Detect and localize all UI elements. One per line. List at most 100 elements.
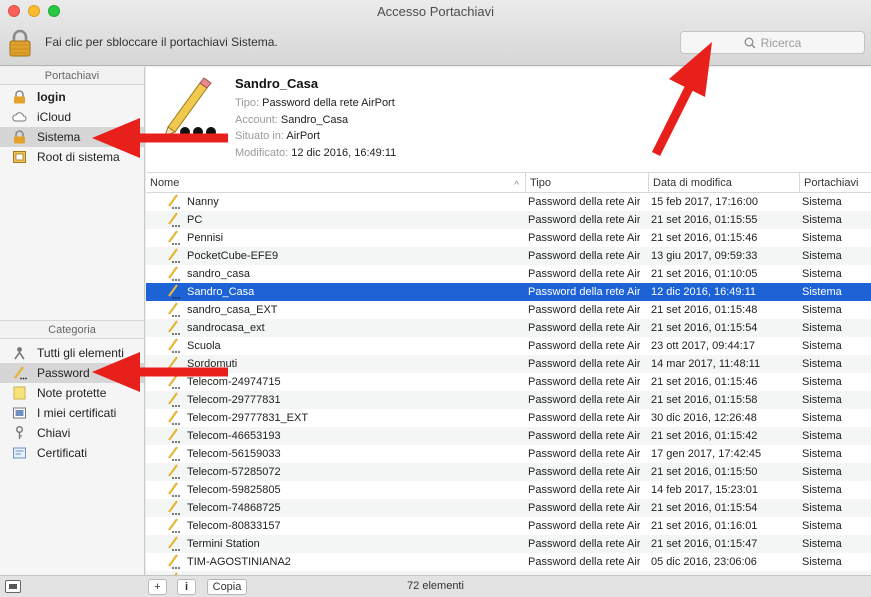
- column-header-label: Tipo: [530, 177, 551, 189]
- table-row[interactable]: PocketCube-EFE9 Password della rete AirPo…: [146, 247, 871, 265]
- password-pencil-icon: [168, 284, 180, 299]
- table-row[interactable]: Telecom-56159033 Password della rete AirP…: [146, 445, 871, 463]
- sidebar-item-keys[interactable]: Chiavi: [0, 423, 144, 443]
- cell-name: Telecom-59825805: [187, 484, 281, 496]
- column-header-label: Data di modifica: [653, 177, 732, 189]
- cell-type: Password della rete AirPort: [528, 214, 640, 226]
- cell-name: sandro_casa: [187, 268, 250, 280]
- cell-date: 17 gen 2017, 17:42:45: [651, 448, 762, 460]
- cell-type: Password della rete AirPort: [528, 538, 640, 550]
- cell-keychain: Sistema: [802, 286, 842, 298]
- cell-keychain: Sistema: [802, 214, 842, 226]
- sidebar: Portachiavi login iCloud Sistema Root di…: [0, 67, 145, 575]
- sidebar-item-icloud[interactable]: iCloud: [0, 107, 144, 127]
- table-row[interactable]: Scuola Password della rete AirPort 23 ott …: [146, 337, 871, 355]
- sidebar-item-certificates[interactable]: Certificati: [0, 443, 144, 463]
- table-row[interactable]: Telecom-80833157 Password della rete AirP…: [146, 517, 871, 535]
- cell-date: 21 set 2016, 01:15:47: [651, 538, 758, 550]
- item-modified-label: Modificato:: [235, 146, 289, 159]
- table-row[interactable]: TIM-AGOSTINIANA2 Password della rete AirP…: [146, 553, 871, 571]
- cell-name: Pennisi: [187, 232, 224, 244]
- sidebar-item-label: Password: [37, 366, 90, 380]
- sidebar-item-login[interactable]: login: [0, 87, 144, 107]
- password-pencil-icon: [168, 212, 180, 227]
- cell-date: 21 set 2016, 01:15:58: [651, 394, 758, 406]
- password-pencil-icon: [168, 302, 180, 317]
- cell-name: Telecom-56159033: [187, 448, 281, 460]
- search-input[interactable]: Ricerca: [680, 31, 865, 54]
- cell-name: PocketCube-EFE9: [187, 250, 279, 262]
- cell-type: Password della rete AirPort: [528, 304, 640, 316]
- cell-name: Nanny: [187, 196, 219, 208]
- password-pencil-icon: [168, 482, 180, 497]
- table-row[interactable]: Nanny Password della rete AirPort 15 feb 2…: [146, 193, 871, 211]
- column-header-date[interactable]: Data di modifica: [648, 173, 799, 193]
- table-row[interactable]: Telecom-57285072 Password della rete AirP…: [146, 463, 871, 481]
- password-pencil-icon: [168, 428, 180, 443]
- sidebar-item-label: login: [37, 90, 66, 104]
- item-modified-value: 12 dic 2016, 16:49:11: [291, 146, 397, 159]
- cell-name: Telecom-29777831_EXT: [187, 412, 309, 424]
- category-section: Categoria Tutti gli elementi Password No…: [0, 320, 144, 463]
- cell-type: Password della rete AirPort: [528, 412, 640, 424]
- table-row[interactable]: sandrocasa_ext Password della rete AirPor…: [146, 319, 871, 337]
- column-header-name[interactable]: Nome ^: [146, 173, 525, 193]
- cell-keychain: Sistema: [802, 304, 842, 316]
- table-row[interactable]: Sandro_Casa Password della rete AirPort 12…: [146, 283, 871, 301]
- table-row[interactable]: sandro_casa_EXT Password della rete AirPo…: [146, 301, 871, 319]
- cell-type: Password della rete AirPort: [528, 466, 640, 478]
- table-row[interactable]: Pennisi Password della rete AirPort 21 set…: [146, 229, 871, 247]
- cell-type: Password della rete AirPort: [528, 286, 640, 298]
- certificate-icon: [13, 447, 26, 459]
- sidebar-item-label: I miei certificati: [37, 406, 117, 420]
- title-bar: Accesso Portachiavi Fai clic per sblocca…: [0, 0, 871, 66]
- password-pencil-icon: [168, 464, 180, 479]
- cell-keychain: Sistema: [802, 250, 842, 262]
- sidebar-item-label: Chiavi: [37, 426, 71, 440]
- sidebar-item-sistema[interactable]: Sistema: [0, 127, 144, 147]
- cell-date: 21 set 2016, 01:10:05: [651, 268, 758, 280]
- lock-icon[interactable]: [9, 29, 31, 57]
- keychains-list: login iCloud Sistema Root di sistema: [0, 85, 144, 167]
- item-type-value: Password della rete AirPort: [262, 97, 395, 109]
- sidebar-item-label: Certificati: [37, 446, 88, 460]
- password-pencil-icon: [168, 320, 180, 335]
- item-account-value: Sandro_Casa: [280, 113, 349, 126]
- unlock-hint[interactable]: Fai clic per sbloccare il portachiavi Si…: [45, 35, 278, 49]
- sidebar-item-all-items[interactable]: Tutti gli elementi: [0, 343, 144, 363]
- sidebar-item-secure-notes[interactable]: Note protette: [0, 383, 144, 403]
- sidebar-item-password[interactable]: Password: [0, 363, 144, 383]
- cell-keychain: Sistema: [802, 556, 842, 568]
- cell-type: Password della rete AirPort: [528, 268, 640, 280]
- item-type-row: Tipo: Password della rete AirPort: [235, 95, 396, 112]
- table-row[interactable]: PC Password della rete AirPort 21 set 2016…: [146, 211, 871, 229]
- password-pencil-icon: [164, 77, 216, 137]
- column-header-type[interactable]: Tipo: [525, 173, 648, 193]
- cell-type: Password della rete AirPort: [528, 448, 640, 460]
- cell-name: sandrocasa_ext: [187, 322, 265, 334]
- certificate-icon: [13, 407, 26, 419]
- table-row[interactable]: Telecom-59825805 Password della rete AirP…: [146, 481, 871, 499]
- password-pencil-icon: [168, 338, 180, 353]
- table-row[interactable]: Telecom-46653193 Password della rete AirP…: [146, 427, 871, 445]
- table-row[interactable]: Telecom-24974715 Password della rete AirP…: [146, 373, 871, 391]
- cell-name: Scuola: [187, 340, 221, 352]
- cell-keychain: Sistema: [802, 322, 842, 334]
- lock-icon: [14, 130, 25, 144]
- cell-keychain: Sistema: [802, 412, 842, 424]
- table-row[interactable]: Termini Station Password della rete AirPo…: [146, 535, 871, 553]
- column-header-keychain[interactable]: Portachiavi: [799, 173, 871, 193]
- table-row[interactable]: Telecom-74868725 Password della rete AirP…: [146, 499, 871, 517]
- table-row[interactable]: Telecom-29777831 Password della rete AirP…: [146, 391, 871, 409]
- cell-name: Telecom-29777831: [187, 394, 281, 406]
- item-name: Sandro_Casa: [235, 76, 319, 91]
- key-icon: [15, 426, 23, 439]
- column-header-label: Nome: [150, 177, 180, 189]
- password-pencil-icon: [168, 356, 180, 371]
- table-row[interactable]: Sordomuti Password della rete AirPort 14 m…: [146, 355, 871, 373]
- sidebar-item-root[interactable]: Root di sistema: [0, 147, 144, 167]
- sidebar-item-my-certificates[interactable]: I miei certificati: [0, 403, 144, 423]
- table-row[interactable]: Telecom-29777831_EXT Password della rete …: [146, 409, 871, 427]
- cell-keychain: Sistema: [802, 448, 842, 460]
- table-row[interactable]: sandro_casa Password della rete AirPort 21…: [146, 265, 871, 283]
